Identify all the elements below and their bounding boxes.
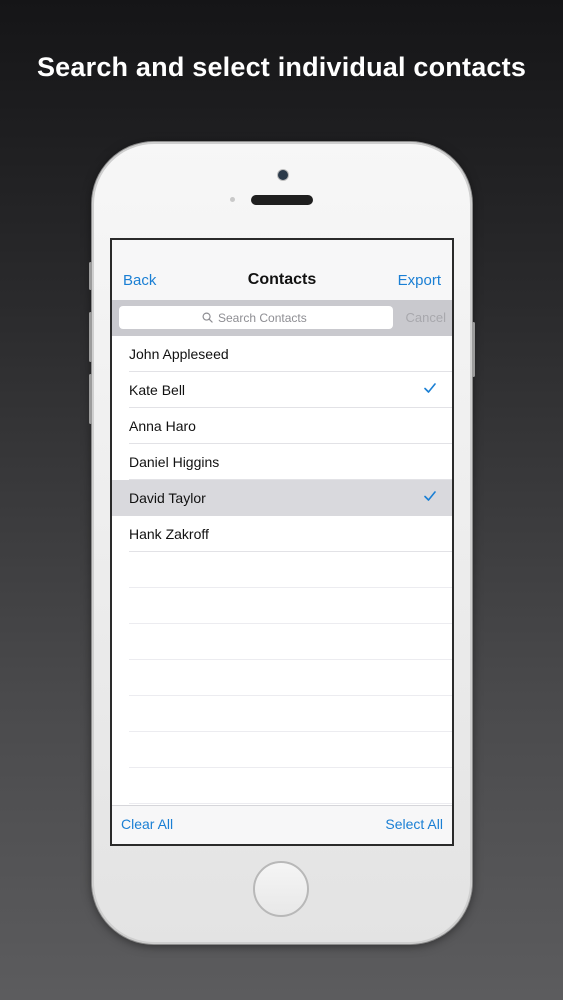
select-all-button[interactable]: Select All: [385, 816, 443, 832]
phone-screen: Back Contacts Export Cancel John Applese…: [110, 238, 454, 846]
contact-name: John Appleseed: [129, 346, 229, 362]
contact-row-daniel-higgins[interactable]: Daniel Higgins: [112, 444, 452, 480]
phone-power-button: [472, 322, 475, 377]
contact-row-hank-zakroff[interactable]: Hank Zakroff: [112, 516, 452, 552]
empty-row: [112, 768, 452, 804]
export-button[interactable]: Export: [398, 272, 441, 289]
earpiece-speaker: [251, 195, 313, 205]
back-button[interactable]: Back: [123, 272, 156, 289]
front-camera: [278, 170, 288, 180]
empty-row: [112, 624, 452, 660]
phone-volume-down: [89, 374, 92, 424]
checkmark-icon: [424, 491, 436, 501]
contacts-list: John Appleseed Kate Bell Anna Haro Danie…: [112, 336, 452, 804]
phone-volume-up: [89, 312, 92, 362]
row-separator: [129, 803, 452, 804]
phone-frame: Back Contacts Export Cancel John Applese…: [89, 142, 475, 944]
search-input[interactable]: [218, 310, 310, 325]
headline: Search and select individual contacts: [36, 52, 527, 82]
empty-row: [112, 588, 452, 624]
search-bar: Cancel: [112, 300, 452, 336]
clear-all-button[interactable]: Clear All: [121, 816, 173, 832]
navigation-bar: Back Contacts Export: [112, 240, 452, 300]
contact-name: Daniel Higgins: [129, 454, 220, 470]
home-button[interactable]: [253, 861, 309, 917]
contact-name: Hank Zakroff: [129, 526, 209, 542]
checkmark-icon: [424, 383, 436, 393]
empty-row: [112, 660, 452, 696]
empty-row: [112, 552, 452, 588]
contact-name: Kate Bell: [129, 382, 186, 398]
search-field[interactable]: [119, 306, 393, 329]
proximity-sensor: [230, 197, 235, 202]
search-icon: [202, 312, 213, 323]
contact-row-anna-haro[interactable]: Anna Haro: [112, 408, 452, 444]
contact-row-kate-bell[interactable]: Kate Bell: [112, 372, 452, 408]
contact-row-david-taylor[interactable]: David Taylor: [112, 480, 452, 516]
cancel-button[interactable]: Cancel: [406, 310, 446, 325]
bottom-toolbar: Clear All Select All: [112, 805, 452, 844]
empty-row: [112, 732, 452, 768]
contact-name: Anna Haro: [129, 418, 196, 434]
empty-row: [112, 696, 452, 732]
contact-row-john-appleseed[interactable]: John Appleseed: [112, 336, 452, 372]
phone-side-button: [89, 262, 92, 290]
contact-name: David Taylor: [129, 490, 206, 506]
